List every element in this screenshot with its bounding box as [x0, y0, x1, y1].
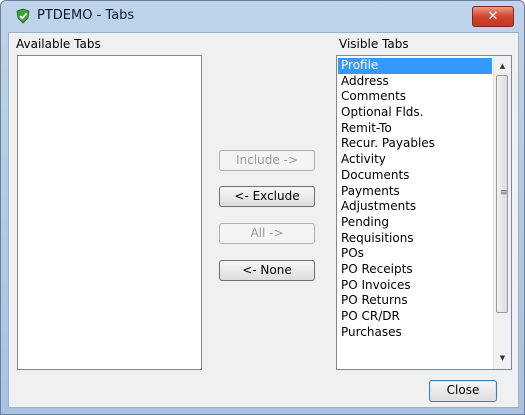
visible-tab-item[interactable]: Payments: [338, 184, 492, 200]
visible-tab-item[interactable]: Activity: [338, 152, 492, 168]
tabs-dialog-window: PTDEMO - Tabs ✕ Available Tabs Visible T…: [0, 0, 525, 415]
visible-tab-item[interactable]: Pending: [338, 215, 492, 231]
scroll-down-arrow-icon[interactable]: ▼: [494, 350, 511, 367]
visible-tab-item[interactable]: Requisitions: [338, 231, 492, 247]
available-tabs-list[interactable]: [17, 55, 202, 370]
visible-tab-item[interactable]: PO CR/DR: [338, 309, 492, 325]
window-title: PTDEMO - Tabs: [37, 8, 135, 23]
visible-tab-item[interactable]: Optional Flds.: [338, 105, 492, 121]
visible-tabs-scrollbar[interactable]: ▲ ≡ ▼: [493, 56, 511, 369]
visible-tabs-list[interactable]: Profile Address Comments Optional Flds. Remi…: [336, 55, 512, 370]
include-button[interactable]: Include ->: [219, 150, 315, 171]
scroll-up-arrow-icon[interactable]: ▲: [494, 58, 511, 75]
check-shield-icon: [16, 8, 30, 24]
visible-tab-item[interactable]: PO Invoices: [338, 278, 492, 294]
visible-tabs-label: Visible Tabs: [339, 37, 409, 51]
visible-tab-item[interactable]: Recur. Payables: [338, 136, 492, 152]
close-button[interactable]: Close: [429, 380, 497, 402]
all-button[interactable]: All ->: [219, 223, 315, 244]
visible-tab-item[interactable]: Address: [338, 74, 492, 90]
visible-tab-item[interactable]: Profile: [338, 58, 492, 74]
exclude-button[interactable]: <- Exclude: [219, 186, 315, 207]
none-button[interactable]: <- None: [219, 260, 315, 281]
visible-tab-item[interactable]: POs: [338, 246, 492, 262]
visible-tab-item[interactable]: PO Returns: [338, 293, 492, 309]
window-close-button[interactable]: ✕: [472, 6, 514, 27]
visible-tab-item[interactable]: PO Receipts: [338, 262, 492, 278]
visible-tab-item[interactable]: Remit-To: [338, 121, 492, 137]
scroll-thumb[interactable]: ≡: [496, 75, 508, 313]
available-tabs-label: Available Tabs: [16, 37, 101, 51]
scroll-grip-icon: ≡: [500, 188, 508, 198]
dialog-client-area: Available Tabs Visible Tabs Profile Addre…: [8, 32, 519, 408]
visible-tab-item[interactable]: Documents: [338, 168, 492, 184]
visible-tab-item[interactable]: Comments: [338, 89, 492, 105]
visible-tab-item[interactable]: Purchases: [338, 325, 492, 341]
title-bar[interactable]: PTDEMO - Tabs ✕: [1, 1, 524, 31]
close-icon: ✕: [487, 9, 499, 24]
visible-tab-item[interactable]: Adjustments: [338, 199, 492, 215]
